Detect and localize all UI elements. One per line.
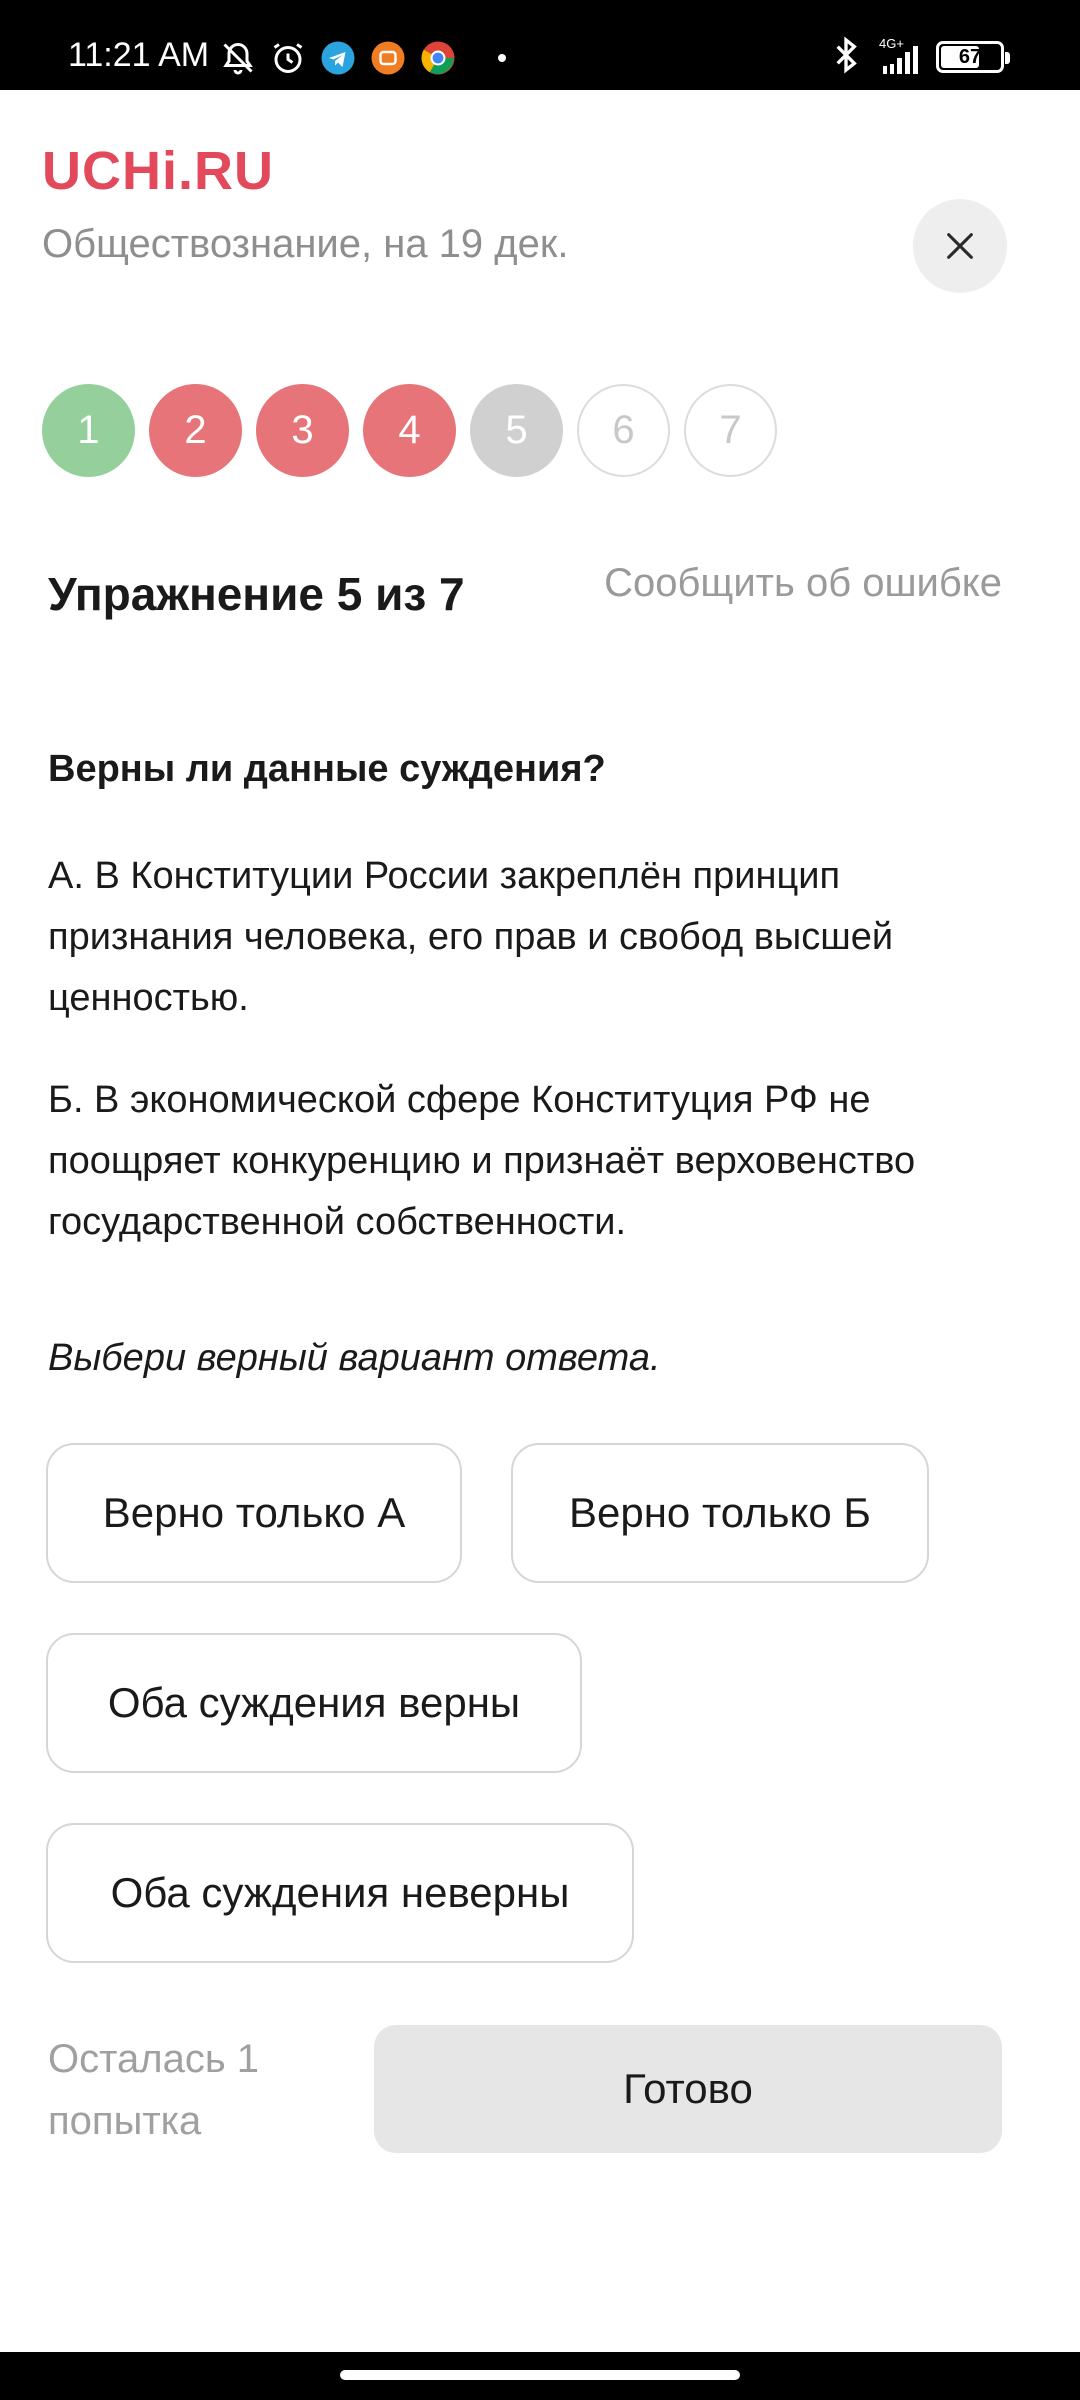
network-type: 4G+ (879, 36, 904, 51)
question-text: Верны ли данные суждения? (48, 748, 606, 790)
uchi-logo: UCHi.RU (42, 141, 274, 201)
close-icon (947, 233, 973, 259)
mi-icon (368, 38, 408, 78)
bluetooth-icon (831, 35, 861, 80)
done-button[interactable]: Готово (374, 2025, 1002, 2153)
mute-bell-icon (218, 38, 258, 78)
progress-step-6[interactable]: 6 (577, 384, 670, 477)
exercise-progress: 1 2 3 4 5 6 7 (42, 384, 777, 477)
status-bar: 11:21 AM 4G+ 67 (0, 0, 1080, 90)
chrome-icon (418, 38, 458, 78)
battery-icon: 67 (936, 41, 1010, 73)
status-time: 11:21 AM (68, 36, 210, 74)
home-indicator[interactable] (340, 2370, 740, 2380)
alarm-icon (268, 38, 308, 78)
statement-b: Б. В экономической сфере Конституция РФ … (48, 1079, 916, 1243)
progress-step-3[interactable]: 3 (256, 384, 349, 477)
answer-option-both-true[interactable]: Оба суждения верны (46, 1633, 582, 1773)
status-icons-left (218, 36, 506, 80)
progress-step-5[interactable]: 5 (470, 384, 563, 477)
page-subtitle: Обществознание, на 19 дек. (42, 222, 569, 266)
answer-option-only-b[interactable]: Верно только Б (511, 1443, 929, 1583)
statement-a: А. В Конституции России закреплён принци… (48, 855, 894, 1019)
progress-step-1[interactable]: 1 (42, 384, 135, 477)
signal-icon: 4G+ (879, 36, 918, 74)
report-error-link[interactable]: Сообщить об ошибке (604, 561, 1002, 606)
progress-step-4[interactable]: 4 (363, 384, 456, 477)
answer-option-both-false[interactable]: Оба суждения неверны (46, 1823, 634, 1963)
close-button[interactable] (913, 199, 1007, 293)
attempts-left: Осталась 1 попытка (48, 2037, 260, 2143)
more-notifications-dot (498, 54, 506, 62)
exercise-title: Упражнение 5 из 7 (48, 568, 465, 620)
battery-percent: 67 (958, 45, 982, 68)
answer-option-only-a[interactable]: Верно только А (46, 1443, 462, 1583)
progress-step-2[interactable]: 2 (149, 384, 242, 477)
progress-step-7[interactable]: 7 (684, 384, 777, 477)
answer-instruction: Выбери верный вариант ответа. (48, 1337, 661, 1379)
status-icons-right: 4G+ 67 (831, 34, 1010, 80)
telegram-icon (318, 38, 358, 78)
